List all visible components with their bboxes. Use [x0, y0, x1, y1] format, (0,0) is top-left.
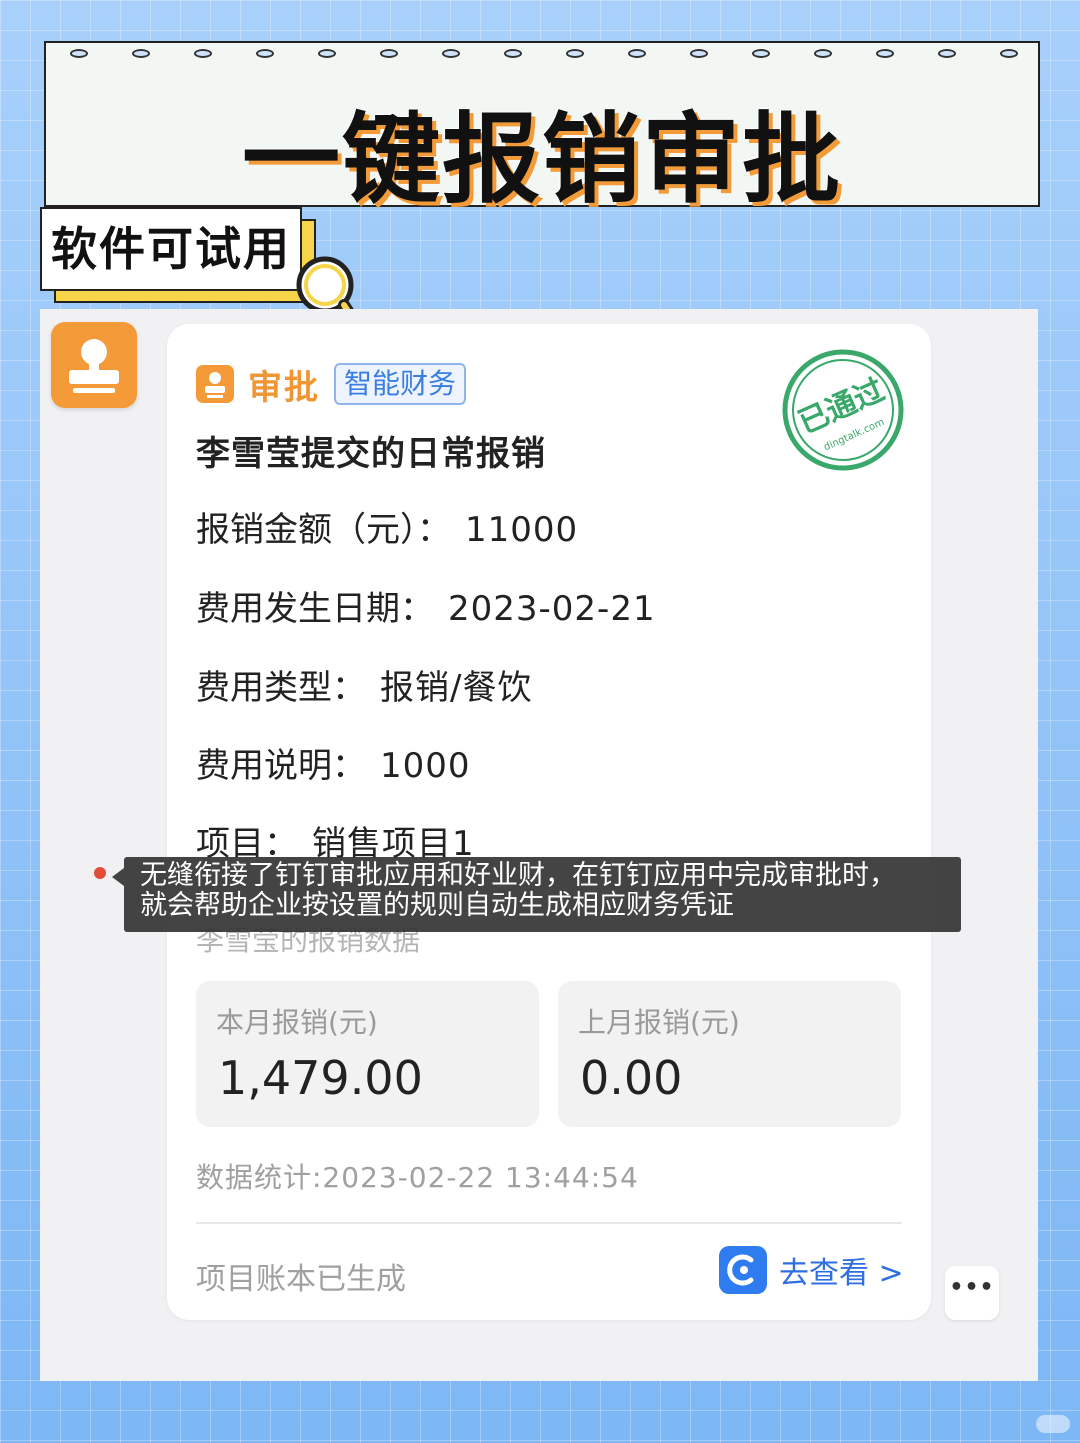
subtitle-dot: [94, 867, 106, 879]
title-banner: 一键报销审批: [44, 41, 1040, 215]
stat-value: 0.00: [580, 1051, 683, 1105]
field-amount: 报销金额（元）： 11000: [196, 502, 578, 551]
binder-hole: [380, 49, 398, 58]
stat-value: 1,479.00: [218, 1051, 423, 1105]
stat-label: 本月报销(元): [216, 1006, 378, 1039]
approval-card[interactable]: 审批 智能财务 已通过 dingtalk.com 李雪莹提交的日常报销 报销金额…: [167, 324, 931, 1320]
page-title: 一键报销审批: [241, 103, 842, 217]
binder-hole: [938, 49, 956, 58]
screenshot-panel: 审批 智能财务 已通过 dingtalk.com 李雪莹提交的日常报销 报销金额…: [40, 309, 1038, 1381]
view-link-label: 去查看 >: [779, 1256, 904, 1291]
approved-stamp: 已通过 dingtalk.com: [782, 349, 904, 471]
tag-label: 软件可试用: [40, 207, 302, 291]
binder-hole: [256, 49, 274, 58]
field-value: 1000: [380, 746, 471, 786]
app-badge: 智能财务: [334, 363, 467, 405]
binder-hole: [318, 49, 336, 58]
field-description: 费用说明： 1000: [196, 738, 471, 787]
binder-hole: [504, 49, 522, 58]
subtitle-line: 就会帮助企业按设置的规则自动生成相应财务凭证: [140, 890, 734, 921]
field-type: 费用类型： 报销/餐饮: [196, 660, 532, 709]
view-link[interactable]: 去查看 >: [719, 1246, 904, 1294]
card-title: 李雪莹提交的日常报销: [196, 434, 546, 474]
stat-last-month: 上月报销(元) 0.00: [558, 981, 901, 1127]
approval-app-avatar[interactable]: [51, 322, 137, 408]
field-label: 费用说明：: [196, 746, 366, 786]
subtitle-pointer: [112, 868, 124, 886]
binder-hole: [876, 49, 894, 58]
binder-hole: [1000, 49, 1018, 58]
subtitle-line: 无缝衔接了钉钉审批应用和好业财，在钉钉应用中完成审批时，: [140, 860, 896, 891]
ledger-generated-note: 项目账本已生成: [196, 1262, 406, 1297]
divider: [196, 1222, 902, 1224]
more-button[interactable]: •••: [945, 1266, 999, 1320]
field-label: 报销金额（元）：: [196, 510, 451, 550]
subtitle-caption: 无缝衔接了钉钉审批应用和好业财，在钉钉应用中完成审批时， 就会帮助企业按设置的规…: [124, 857, 961, 932]
field-label: 费用类型：: [196, 668, 366, 708]
binder-hole: [132, 49, 150, 58]
binder-holes: [46, 43, 1038, 65]
binder-hole: [194, 49, 212, 58]
field-label: 费用发生日期：: [196, 589, 434, 629]
stat-label: 上月报销(元): [578, 1006, 740, 1039]
app-name: 审批: [248, 367, 320, 408]
binder-hole: [628, 49, 646, 58]
stamp-icon: [69, 339, 119, 393]
binder-hole: [442, 49, 460, 58]
binder-hole: [814, 49, 832, 58]
watermark-badge: [1036, 1415, 1070, 1433]
field-value: 报销/餐饮: [380, 668, 533, 708]
binder-hole: [70, 49, 88, 58]
stat-timestamp: 数据统计:2023-02-22 13:44:54: [196, 1161, 639, 1194]
ledger-app-icon: [719, 1246, 767, 1294]
field-value: 2023-02-21: [448, 589, 656, 629]
binder-hole: [690, 49, 708, 58]
card-header: 审批 智能财务: [196, 362, 467, 408]
approval-icon: [196, 365, 234, 403]
binder-hole: [566, 49, 584, 58]
stat-this-month: 本月报销(元) 1,479.00: [196, 981, 539, 1127]
binder-hole: [752, 49, 770, 58]
field-value: 11000: [465, 510, 579, 550]
field-date: 费用发生日期： 2023-02-21: [196, 581, 656, 630]
